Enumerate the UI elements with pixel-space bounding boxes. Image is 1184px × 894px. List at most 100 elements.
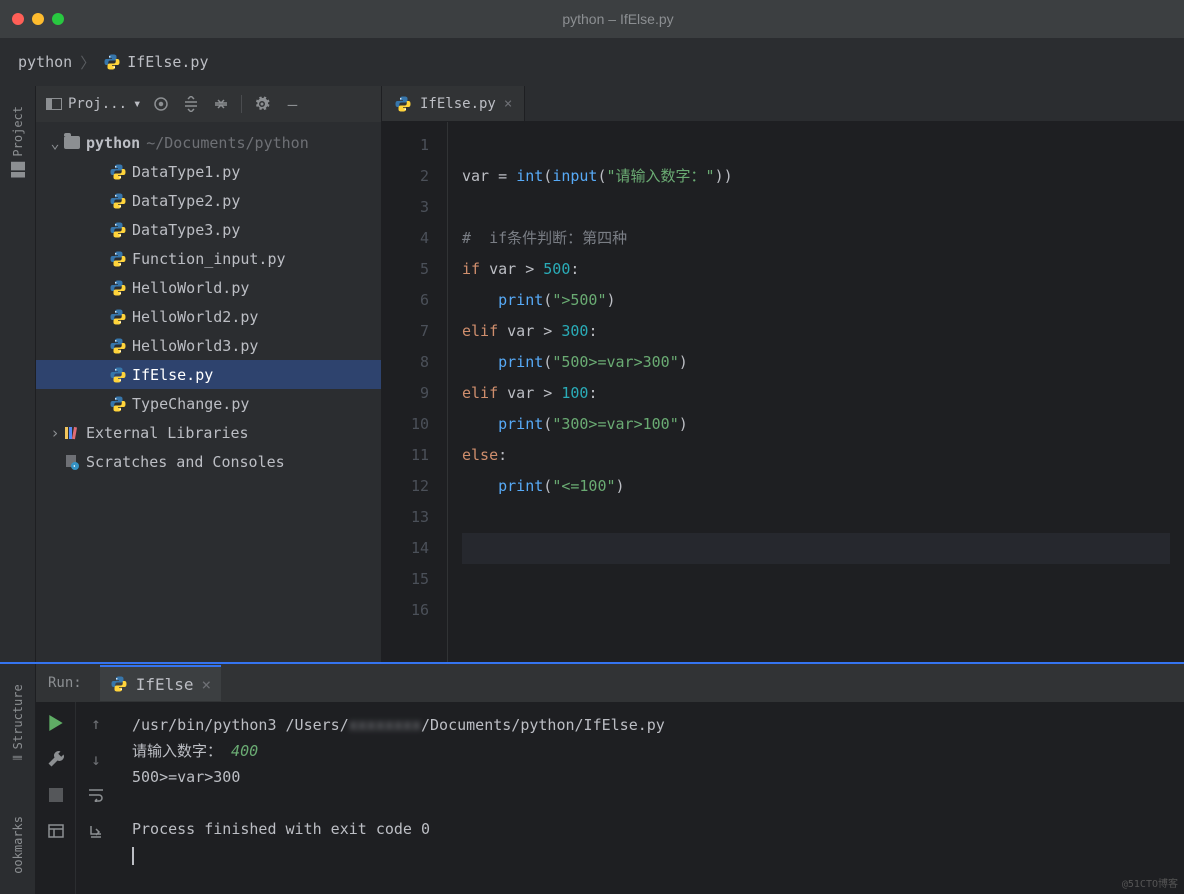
- bookmarks-tool-tab[interactable]: ookmarks: [11, 816, 25, 874]
- python-file-icon: [108, 163, 128, 181]
- project-file[interactable]: Function_input.py: [36, 244, 381, 273]
- file-name: IfElse.py: [132, 366, 213, 384]
- editor-tab-ifelse[interactable]: IfElse.py ×: [382, 86, 525, 121]
- minimize-window-icon[interactable]: [32, 13, 44, 25]
- project-tree: ⌄ python ~/Documents/python DataType1.py…: [36, 122, 381, 662]
- python-file-icon: [108, 250, 128, 268]
- python-file-icon: [108, 279, 128, 297]
- project-view-selector[interactable]: Proj... ▾: [46, 96, 141, 112]
- project-root-name: python: [86, 134, 140, 152]
- project-file[interactable]: DataType2.py: [36, 186, 381, 215]
- soft-wrap-button[interactable]: [85, 784, 107, 806]
- titlebar: python – IfElse.py: [0, 0, 1184, 38]
- project-file[interactable]: HelloWorld2.py: [36, 302, 381, 331]
- project-view-icon: [46, 98, 62, 110]
- bottom-panel: ⦀ Structure ookmarks Run: IfElse × ↑: [0, 662, 1184, 894]
- folder-icon: [62, 136, 82, 149]
- library-icon: [62, 425, 82, 441]
- file-name: HelloWorld3.py: [132, 337, 258, 355]
- up-arrow-button[interactable]: ↑: [85, 712, 107, 734]
- editor-area: IfElse.py × 12345678910111213141516 var …: [382, 86, 1184, 662]
- window-controls: [12, 13, 64, 25]
- code-content[interactable]: var = int(input("请输入数字：")) # if条件判断：第四种i…: [448, 122, 1184, 662]
- structure-tool-tab[interactable]: ⦀ Structure: [11, 684, 25, 760]
- run-toolbar: [36, 702, 76, 894]
- watermark: @51CTO博客: [1122, 875, 1178, 890]
- run-body: ↑ ↓ /usr/bin/python3 /Users/xxxxxxxx/Doc…: [36, 702, 1184, 894]
- select-opened-file-button[interactable]: [151, 94, 171, 114]
- chevron-right-icon: ›: [48, 424, 62, 442]
- breadcrumb-file[interactable]: IfElse.py: [127, 53, 208, 71]
- chevron-down-icon: ⌄: [48, 134, 62, 152]
- breadcrumb: python 〉 IfElse.py: [0, 38, 1184, 86]
- structure-icon: ⦀: [11, 755, 25, 760]
- line-numbers: 12345678910111213141516: [382, 122, 448, 662]
- window-title: python – IfElse.py: [64, 11, 1172, 27]
- chevron-right-icon: 〉: [80, 52, 95, 73]
- external-libraries-label: External Libraries: [86, 424, 249, 442]
- chevron-down-icon: ▾: [133, 96, 141, 112]
- main-content: Project Proj... ▾ — ⌄ python ~/Documents…: [0, 86, 1184, 662]
- file-name: DataType3.py: [132, 221, 240, 239]
- file-name: DataType1.py: [132, 163, 240, 181]
- python-icon: [110, 675, 128, 693]
- bookmarks-label: ookmarks: [11, 816, 25, 874]
- file-name: HelloWorld.py: [132, 279, 249, 297]
- project-tool-tab[interactable]: Project: [10, 106, 26, 177]
- project-tool-label: Project: [11, 106, 25, 157]
- run-tab-ifelse[interactable]: IfElse ×: [100, 665, 221, 701]
- scroll-to-end-button[interactable]: [85, 820, 107, 842]
- editor-tab-label: IfElse.py: [420, 96, 496, 112]
- project-root[interactable]: ⌄ python ~/Documents/python: [36, 128, 381, 157]
- structure-label: Structure: [11, 684, 25, 749]
- close-window-icon[interactable]: [12, 13, 24, 25]
- project-file[interactable]: TypeChange.py: [36, 389, 381, 418]
- project-file[interactable]: HelloWorld.py: [36, 273, 381, 302]
- editor-tabs: IfElse.py ×: [382, 86, 1184, 122]
- project-panel: Proj... ▾ — ⌄ python ~/Documents/python …: [36, 86, 382, 662]
- python-file-icon: [108, 337, 128, 355]
- file-name: TypeChange.py: [132, 395, 249, 413]
- down-arrow-button[interactable]: ↓: [85, 748, 107, 770]
- run-nav: ↑ ↓: [76, 702, 116, 894]
- python-file-icon: [108, 395, 128, 413]
- wrench-button[interactable]: [45, 748, 67, 770]
- file-name: DataType2.py: [132, 192, 240, 210]
- run-tab-label: IfElse: [136, 675, 194, 694]
- hide-button[interactable]: —: [282, 94, 302, 114]
- editor-body[interactable]: 12345678910111213141516 var = int(input(…: [382, 122, 1184, 662]
- python-file-icon: [108, 366, 128, 384]
- run-panel: Run: IfElse × ↑ ↓ /usr/bin/python3 /User…: [36, 664, 1184, 894]
- python-file-icon: [108, 192, 128, 210]
- scratches-label: Scratches and Consoles: [86, 453, 285, 471]
- left-tool-rail: Project: [0, 86, 36, 662]
- separator: [241, 95, 242, 113]
- python-file-icon: [108, 308, 128, 326]
- close-icon[interactable]: ×: [202, 675, 212, 694]
- project-panel-header: Proj... ▾ —: [36, 86, 381, 122]
- python-file-icon: [103, 53, 121, 71]
- project-file[interactable]: IfElse.py: [36, 360, 381, 389]
- maximize-window-icon[interactable]: [52, 13, 64, 25]
- python-file-icon: [108, 221, 128, 239]
- settings-button[interactable]: [252, 94, 272, 114]
- project-file[interactable]: DataType3.py: [36, 215, 381, 244]
- layout-button[interactable]: [45, 820, 67, 842]
- project-panel-title: Proj...: [68, 96, 127, 112]
- folder-icon: [11, 162, 25, 178]
- scratches-consoles[interactable]: Scratches and Consoles: [36, 447, 381, 476]
- project-file[interactable]: DataType1.py: [36, 157, 381, 186]
- bottom-left-rail: ⦀ Structure ookmarks: [0, 664, 36, 894]
- close-icon[interactable]: ×: [504, 96, 512, 112]
- external-libraries[interactable]: › External Libraries: [36, 418, 381, 447]
- file-name: HelloWorld2.py: [132, 308, 258, 326]
- rerun-button[interactable]: [45, 712, 67, 734]
- expand-all-button[interactable]: [181, 94, 201, 114]
- breadcrumb-root[interactable]: python: [18, 53, 72, 71]
- stop-button[interactable]: [45, 784, 67, 806]
- run-tabs-bar: Run: IfElse ×: [36, 664, 1184, 702]
- project-file[interactable]: HelloWorld3.py: [36, 331, 381, 360]
- scratch-icon: [62, 454, 82, 470]
- collapse-all-button[interactable]: [211, 94, 231, 114]
- console-output[interactable]: /usr/bin/python3 /Users/xxxxxxxx/Documen…: [116, 702, 1184, 894]
